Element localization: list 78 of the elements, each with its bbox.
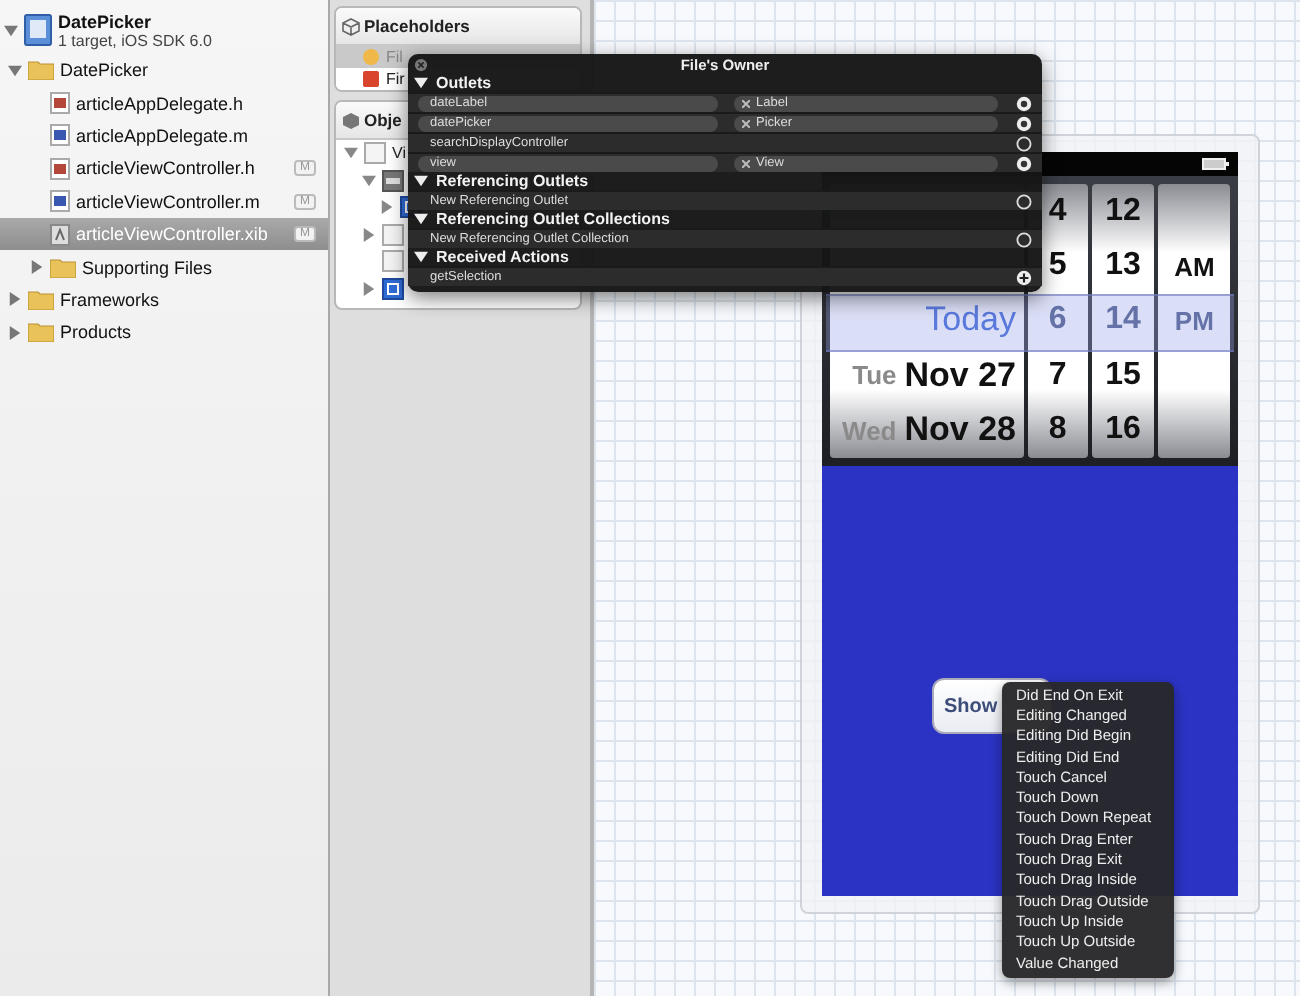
view-icon [382, 223, 404, 246]
disclosure-right-icon[interactable] [362, 281, 376, 296]
disclosure-right-icon[interactable] [30, 260, 44, 275]
file-row[interactable]: Frameworks [0, 283, 328, 317]
picker-value: 13 [1105, 248, 1141, 285]
picker-value: AM [1174, 251, 1215, 282]
picker-value: 15 [1105, 357, 1141, 394]
responder-icon [362, 70, 380, 88]
picker-date: Nov 28 [904, 410, 1016, 451]
file-name: articleAppDelegate.h [76, 93, 246, 114]
picker-date: Today [925, 300, 1016, 341]
section-title: Referencing Outlet Collections [436, 210, 670, 228]
disclosure-right-icon[interactable] [8, 292, 22, 307]
close-icon[interactable] [414, 58, 428, 72]
connection-circle-icon[interactable] [1016, 155, 1032, 171]
file-row[interactable]: DatePicker [0, 54, 328, 87]
placeholder-label: Fir [386, 70, 405, 88]
view-icon [382, 250, 404, 273]
connection-circle-icon[interactable] [1016, 115, 1032, 131]
picker-wheel[interactable]: AM PM [1158, 184, 1230, 458]
picker-icon [382, 169, 404, 192]
file-row[interactable]: articleAppDelegate.h [0, 86, 328, 120]
section-title: Referencing Outlets [436, 172, 589, 190]
picker-value: 5 [1048, 248, 1067, 285]
section-title: Received Actions [436, 248, 569, 266]
control-icon [382, 277, 404, 300]
placeholder-label: Fil [386, 48, 403, 66]
interface-file-icon [50, 223, 70, 246]
source-file-icon [50, 124, 70, 147]
connection-circle-icon[interactable] [1016, 135, 1032, 151]
picker-weekday: Tue [852, 360, 897, 391]
header-file-icon [50, 157, 70, 180]
file-name: Frameworks [60, 289, 162, 310]
file-name: Products [60, 322, 134, 343]
file-name: articleViewController.xib [76, 224, 270, 245]
picker-value: 8 [1048, 412, 1067, 449]
source-file-icon [50, 190, 70, 213]
file-row[interactable]: Supporting Files [0, 250, 328, 284]
folder-icon [28, 289, 54, 310]
file-name: DatePicker [60, 60, 151, 81]
connection-circle-icon[interactable] [1016, 95, 1032, 111]
project-subtitle: 1 target, iOS SDK 6.0 [58, 31, 212, 49]
object-label: Vi [392, 144, 406, 163]
picker-value: 16 [1105, 412, 1141, 449]
disclosure-right-icon[interactable] [8, 325, 22, 340]
picker-value: PM [1174, 305, 1214, 336]
picker-value: 12 [1105, 193, 1141, 230]
folder-icon [28, 60, 54, 81]
picker-wheel[interactable]: 4 5 6 7 8 [1028, 184, 1088, 458]
file-name: Supporting Files [82, 257, 215, 278]
connection-circle-icon[interactable] [1016, 193, 1032, 209]
file-row[interactable]: articleAppDelegate.m [0, 119, 328, 153]
connection-circle-icon[interactable] [1016, 231, 1032, 247]
panel-title: Obje [364, 110, 402, 130]
file-name: articleViewController.m [76, 191, 262, 212]
folder-icon [50, 257, 76, 278]
picker-date: Nov 27 [904, 355, 1016, 396]
remove-icon[interactable] [742, 159, 750, 167]
folder-icon [28, 322, 54, 343]
add-icon[interactable] [1016, 269, 1032, 285]
picker-value: 14 [1105, 302, 1141, 339]
remove-icon[interactable] [742, 119, 750, 127]
section-title: Outlets [436, 74, 492, 92]
picker-value: 7 [1048, 357, 1067, 394]
project-name: DatePicker [58, 11, 154, 31]
picker-weekday: Wed [842, 415, 897, 446]
battery-icon [1202, 158, 1230, 170]
view-icon [364, 142, 386, 165]
header-file-icon [50, 92, 70, 115]
project-icon [24, 14, 52, 46]
file-row[interactable]: Products [0, 316, 328, 350]
panel-title: Placeholders [364, 16, 470, 36]
picker-wheel[interactable]: 12 13 14 15 16 [1091, 184, 1155, 458]
picker-value: 6 [1048, 302, 1067, 339]
picker-value: 4 [1048, 193, 1067, 230]
file-name: articleViewController.h [76, 158, 257, 179]
file-name: articleAppDelegate.m [76, 125, 251, 146]
remove-icon[interactable] [742, 99, 750, 107]
